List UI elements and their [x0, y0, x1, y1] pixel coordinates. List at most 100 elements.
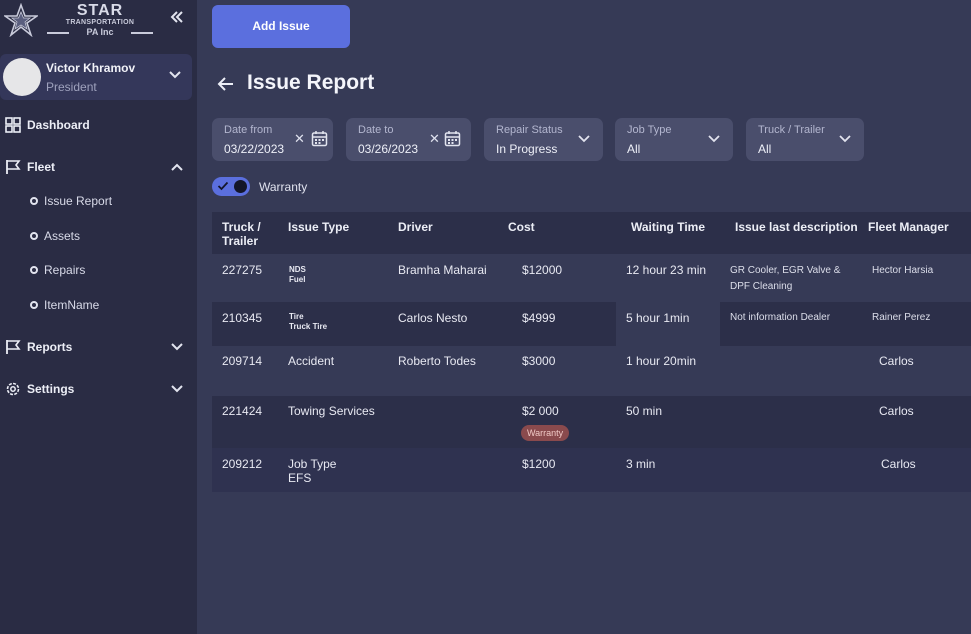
chevron-down-icon — [171, 343, 183, 351]
add-issue-button[interactable]: Add Issue — [212, 5, 350, 48]
date-from-field[interactable]: Date from 03/22/2023 ✕ — [212, 118, 333, 161]
chevron-down-icon — [169, 71, 181, 79]
warranty-toggle[interactable] — [212, 177, 250, 196]
calendar-icon[interactable] — [311, 130, 328, 147]
brand-line-1: STAR — [76, 2, 124, 19]
table-row[interactable]: 210345 Tire Truck Tire Carlos Nesto $499… — [212, 302, 971, 346]
truck-trailer-select[interactable]: Truck / Trailer All — [746, 118, 864, 161]
chevron-down-icon — [578, 135, 590, 143]
grid-icon — [4, 116, 22, 134]
filter-value: All — [758, 142, 772, 156]
job-type-select[interactable]: Job Type All — [615, 118, 733, 161]
toggle-knob — [234, 180, 247, 193]
cell-waiting-time: 1 hour 20min — [626, 354, 697, 368]
collapse-sidebar-button[interactable] — [168, 10, 186, 28]
cell-truck: 209714 — [222, 354, 263, 368]
cell-driver: Bramha Maharai — [398, 263, 487, 277]
sidebar-item-dashboard[interactable]: Dashboard — [4, 114, 190, 136]
chevron-down-icon — [171, 385, 183, 393]
sidebar-item-label: Reports — [27, 340, 73, 354]
cell-issue-type: Job Type EFS — [288, 457, 337, 485]
filter-label: Date to — [358, 124, 394, 136]
sidebar-subitem-label: ItemName — [44, 298, 100, 312]
cell-truck: 227275 — [222, 263, 263, 277]
warranty-toggle-label: Warranty — [259, 180, 308, 194]
chevron-up-icon — [171, 163, 183, 171]
sidebar-item-reports[interactable]: Reports — [4, 336, 190, 358]
cell-issue-type: Accident — [288, 354, 335, 368]
sidebar-subitem-itemname[interactable]: ItemName — [30, 296, 99, 314]
gear-icon — [4, 380, 22, 398]
table-row[interactable]: 227275 NDS Fuel Bramha Maharai $12000 12… — [212, 254, 971, 302]
cell-issue-type: Towing Services — [288, 404, 375, 418]
sidebar-item-label: Fleet — [27, 160, 56, 174]
sidebar-subitem-assets[interactable]: Assets — [30, 227, 80, 245]
column-header-truck[interactable]: Truck / Trailer — [222, 220, 261, 248]
sidebar-subitem-label: Issue Report — [44, 194, 113, 208]
cell-fleet-manager: Carlos — [879, 354, 914, 368]
cell-fleet-manager: Carlos — [881, 457, 916, 471]
avatar — [3, 58, 41, 96]
cell-driver: Carlos Nesto — [398, 311, 468, 325]
flag-icon — [4, 158, 22, 176]
filter-value: In Progress — [496, 142, 558, 156]
sidebar-subitem-issue-report[interactable]: Issue Report — [30, 192, 112, 210]
cell-cost: $1200 — [522, 457, 556, 471]
repair-status-select[interactable]: Repair Status In Progress — [484, 118, 603, 161]
cell-fleet-manager: Rainer Perez — [872, 312, 931, 323]
column-header-cost[interactable]: Cost — [508, 220, 535, 234]
bullet-icon — [30, 197, 38, 205]
flag-icon — [4, 338, 22, 356]
filter-value: All — [627, 142, 641, 156]
cell-fleet-manager: Carlos — [879, 404, 914, 418]
cell-issue-sub: Fuel — [289, 275, 306, 284]
sidebar-item-fleet[interactable]: Fleet — [4, 156, 190, 178]
cell-truck: 209212 — [222, 457, 263, 471]
table-row[interactable]: 209212 Job Type EFS $1200 3 min Carlos — [212, 448, 971, 492]
table-row[interactable]: 221424 Towing Services $2 000 Warranty 5… — [212, 396, 971, 448]
clear-icon[interactable]: ✕ — [294, 131, 305, 147]
user-profile[interactable]: Victor Khramov President — [0, 54, 192, 100]
sidebar-item-label: Dashboard — [27, 118, 90, 132]
column-header-driver[interactable]: Driver — [398, 220, 433, 234]
double-chevron-left-icon — [170, 11, 183, 23]
chevron-down-icon — [708, 135, 720, 143]
warranty-badge: Warranty — [521, 425, 570, 441]
cell-waiting-time: 50 min — [626, 404, 663, 418]
sidebar-subitem-label: Repairs — [44, 263, 86, 277]
cell-waiting-time: 12 hour 23 min — [626, 263, 707, 277]
calendar-icon[interactable] — [444, 130, 461, 147]
column-header-waiting-time[interactable]: Waiting Time — [631, 220, 705, 234]
cell-description: GR Cooler, EGR Valve & DPF Cleaning — [730, 265, 841, 292]
arrow-left-icon[interactable] — [216, 74, 236, 94]
cell-cost: $3000 — [522, 354, 556, 368]
cell-fleet-manager: Hector Harsia — [872, 265, 934, 276]
chevron-down-icon — [839, 135, 851, 143]
check-icon — [217, 181, 229, 191]
table-row[interactable]: 209714 Accident Roberto Todes $3000 1 ho… — [212, 346, 971, 396]
column-header-issue-type[interactable]: Issue Type — [288, 220, 349, 234]
sidebar: STAR TRANSPORTATION PA Inc Victor Khramo… — [0, 0, 197, 634]
cell-description: Not information Dealer — [730, 312, 831, 323]
column-header-description[interactable]: Issue last description — [735, 220, 858, 234]
bullet-icon — [30, 232, 38, 240]
cell-waiting-time: 5 hour 1min — [626, 311, 690, 325]
sidebar-item-settings[interactable]: Settings — [4, 378, 190, 400]
sidebar-subitem-label: Assets — [44, 229, 81, 243]
date-to-field[interactable]: Date to 03/26/2023 ✕ — [346, 118, 471, 161]
star-logo-icon — [4, 3, 38, 37]
cell-issue-main: NDS — [289, 265, 306, 274]
filter-value: 03/26/2023 — [358, 142, 419, 156]
brand-divider — [131, 32, 153, 34]
brand-line-2: TRANSPORTATION — [65, 19, 135, 26]
cell-issue-main: Tire — [289, 312, 304, 321]
user-role: President — [46, 80, 97, 94]
column-header-fleet-manager[interactable]: Fleet Manager — [868, 220, 949, 234]
sidebar-subitem-repairs[interactable]: Repairs — [30, 261, 85, 279]
cell-cost: $2 000 — [522, 404, 559, 418]
filter-label: Date from — [224, 124, 273, 136]
clear-icon[interactable]: ✕ — [429, 131, 440, 147]
sidebar-item-label: Settings — [27, 382, 75, 396]
filter-label: Repair Status — [496, 124, 563, 136]
cell-waiting-time: 3 min — [626, 457, 656, 471]
